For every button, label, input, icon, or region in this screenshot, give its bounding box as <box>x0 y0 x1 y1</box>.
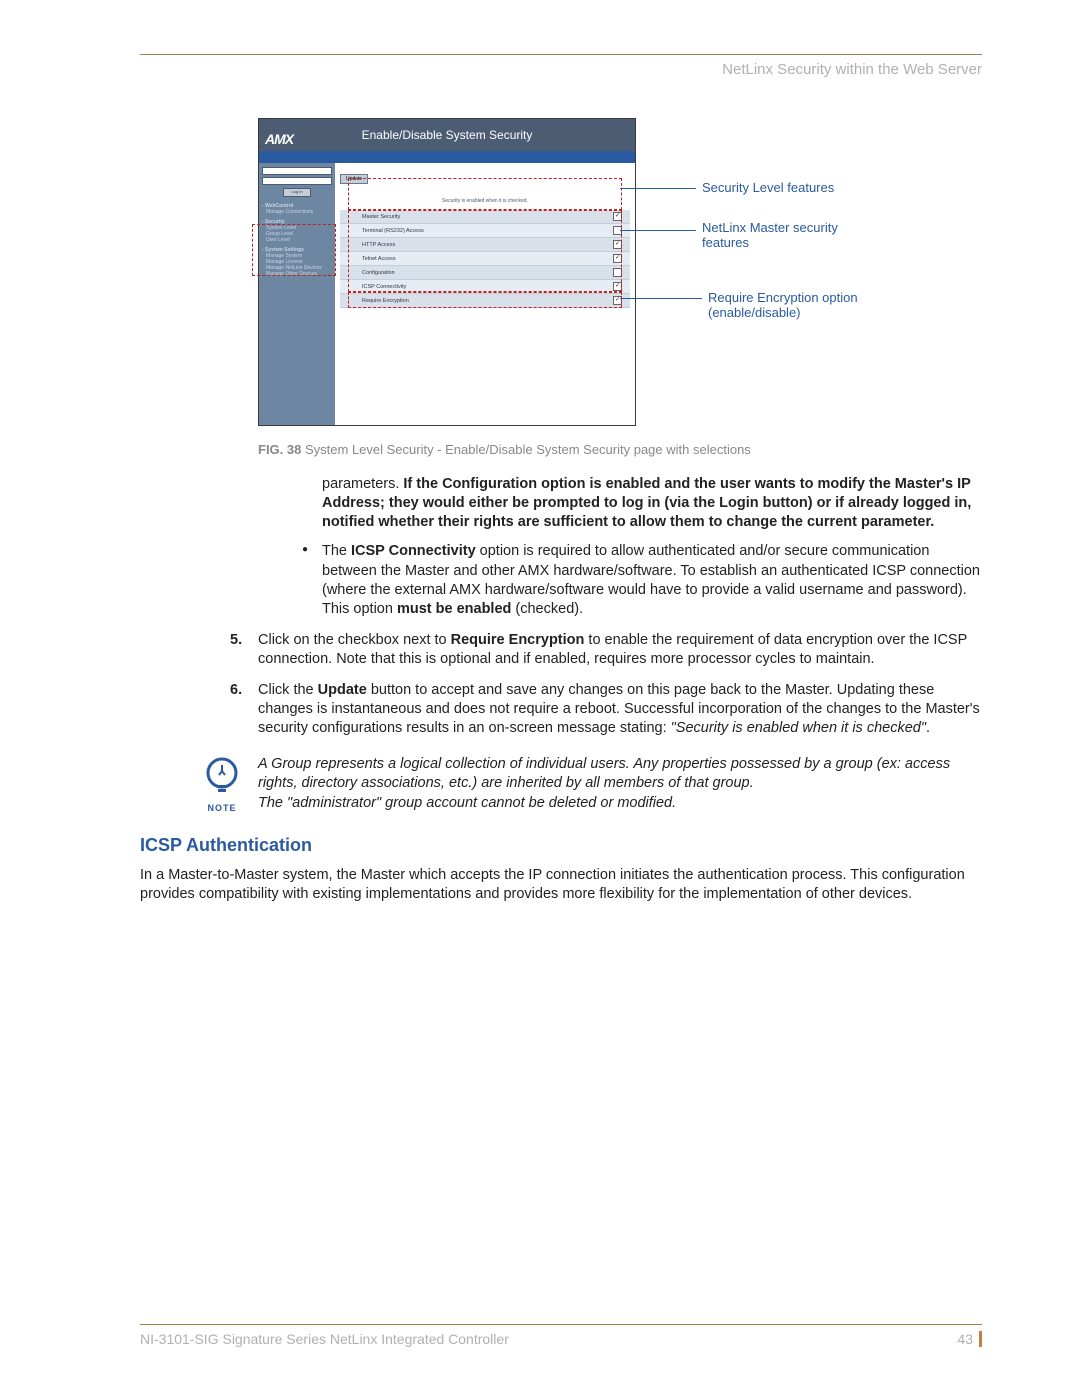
footer-left: NI-3101-SIG Signature Series NetLinx Int… <box>140 1331 509 1347</box>
callout-3: Require Encryption option (enable/disabl… <box>708 290 878 320</box>
note-block: NOTE A Group represents a logical collec… <box>194 755 982 815</box>
chk-config[interactable] <box>613 268 622 277</box>
step-6-number: 6. <box>230 681 242 700</box>
step-6: 6. Click the Update button to accept and… <box>258 681 982 738</box>
side-manage-conn[interactable]: Manage Connections <box>266 209 332 215</box>
step-5: 5. Click on the checkbox next to Require… <box>258 631 982 669</box>
step-5-number: 5. <box>230 631 242 650</box>
amx-logo: AMX <box>265 123 293 155</box>
side-user-level[interactable]: User Level <box>266 237 332 243</box>
figure-number: FIG. 38 <box>258 442 301 457</box>
top-rule <box>140 54 982 55</box>
app-title-bar: AMX Enable/Disable System Security <box>259 119 635 151</box>
para-parameters: parameters. If the Configuration option … <box>258 475 982 532</box>
row-encryption: Require Encryption ✓ <box>340 294 630 308</box>
callout-2: NetLinx Master security features <box>702 220 872 250</box>
row-icsp: ICSP Connectivity ✓ <box>340 280 630 294</box>
section-heading: ICSP Authentication <box>140 834 982 858</box>
figure: AMX Enable/Disable System Security Log I… <box>258 118 878 436</box>
chk-http[interactable]: ✓ <box>613 240 622 249</box>
security-hint: Security is enabled when it is checked. <box>340 198 630 204</box>
page: NetLinx Security within the Web Server A… <box>0 0 1080 1397</box>
footer-rule <box>140 1324 982 1325</box>
app-screenshot: AMX Enable/Disable System Security Log I… <box>258 118 636 426</box>
row-http: HTTP Access ✓ <box>340 238 630 252</box>
callout-1: Security Level features <box>702 180 872 195</box>
chk-telnet[interactable]: ✓ <box>613 254 622 263</box>
login-button[interactable]: Log In <box>283 188 311 197</box>
section-body: In a Master-to-Master system, the Master… <box>140 866 982 904</box>
side-manage-other[interactable]: Manage Other Devices <box>266 271 332 277</box>
chk-icsp[interactable]: ✓ <box>613 282 622 291</box>
row-terminal: Terminal (RS232) Access <box>340 224 630 238</box>
footer-page: 43 <box>957 1331 982 1347</box>
lightbulb-icon: NOTE <box>194 755 250 815</box>
note-text: A Group represents a logical collection … <box>250 755 982 815</box>
body-content: parameters. If the Configuration option … <box>258 475 982 904</box>
bullet-icsp: The ICSP Connectivity option is required… <box>302 542 982 619</box>
update-button[interactable]: Update <box>340 174 368 184</box>
app-main-panel: Update Security is enabled when it is ch… <box>335 163 635 425</box>
user-input[interactable] <box>262 167 332 175</box>
footer: NI-3101-SIG Signature Series NetLinx Int… <box>140 1324 982 1347</box>
callout-line-3 <box>620 298 702 299</box>
pass-input[interactable] <box>262 177 332 185</box>
row-config: Configuration <box>340 266 630 280</box>
note-label: NOTE <box>194 803 250 815</box>
header-text: NetLinx Security within the Web Server <box>140 61 982 78</box>
figure-caption: FIG. 38 System Level Security - Enable/D… <box>258 442 982 457</box>
chk-master-security[interactable]: ✓ <box>613 212 622 221</box>
callout-line-1 <box>620 188 696 189</box>
callout-line-2 <box>620 230 696 231</box>
row-telnet: Telnet Access ✓ <box>340 252 630 266</box>
app-sidebar: Log In - WebControl Manage Connections -… <box>259 163 335 425</box>
app-menu-bar <box>259 151 635 163</box>
row-master-security: Master Security ✓ <box>340 210 630 224</box>
app-title-text: Enable/Disable System Security <box>362 128 533 142</box>
